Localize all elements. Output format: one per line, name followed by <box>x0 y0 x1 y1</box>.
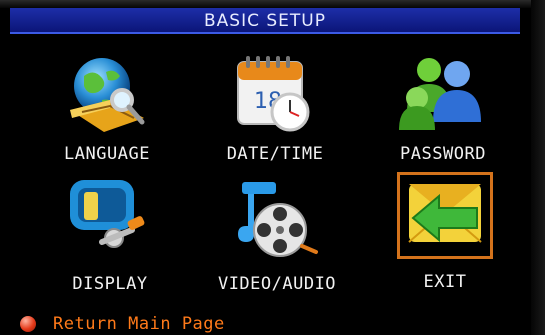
calendar-clock-icon: 18 <box>237 56 310 132</box>
language-globe-icon <box>70 58 145 132</box>
bezel-top <box>0 0 545 8</box>
menu-item-display[interactable] <box>62 172 158 268</box>
users-icon <box>399 58 481 130</box>
page-title: BASIC SETUP <box>204 11 326 31</box>
menu-item-video-audio[interactable] <box>228 176 324 272</box>
menu-item-date-time[interactable]: 18 <box>228 48 324 144</box>
bezel-right <box>531 0 545 335</box>
menu-item-language[interactable] <box>62 50 158 146</box>
film-music-icon <box>238 182 318 257</box>
menu-item-label: DISPLAY <box>72 274 148 294</box>
osd-screen: BASIC SETUP LANGUAGE 18 DATE/TIME PASSWO… <box>0 0 545 335</box>
menu-item-label: EXIT <box>423 272 467 292</box>
menu-item-label: PASSWORD <box>400 144 486 164</box>
display-settings-icon <box>70 180 145 248</box>
footer-text: Return Main Page <box>53 314 225 334</box>
footer-hint[interactable]: Return Main Page <box>20 313 225 335</box>
menu-item-label: LANGUAGE <box>64 144 150 164</box>
title-bar: BASIC SETUP <box>10 8 520 34</box>
menu-item-exit[interactable] <box>399 174 491 257</box>
exit-arrow-icon <box>408 184 482 243</box>
menu-item-label: VIDEO/AUDIO <box>217 274 337 294</box>
menu-item-password[interactable] <box>395 48 491 144</box>
red-dot-icon <box>20 316 36 332</box>
menu-item-label: DATE/TIME <box>226 144 324 164</box>
